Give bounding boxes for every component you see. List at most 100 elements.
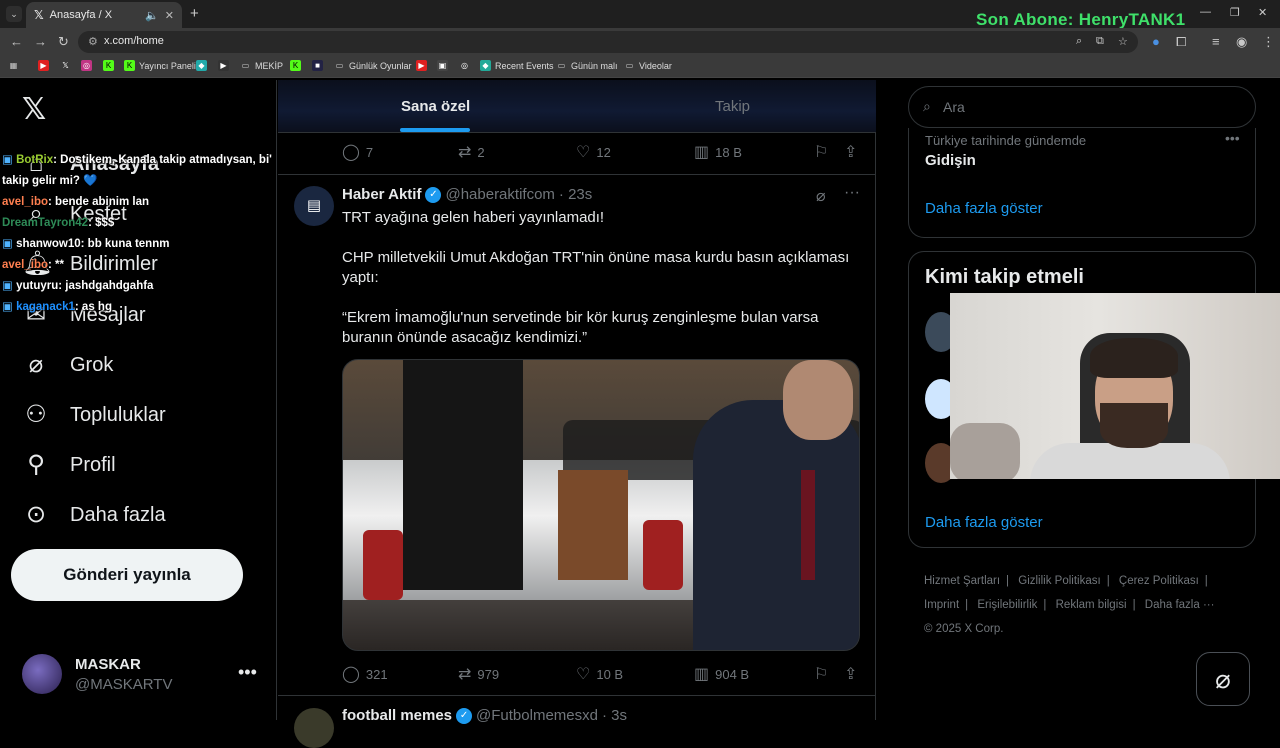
grok-icon: ⌀ (28, 351, 44, 378)
browser-tab[interactable]: 𝕏 Anasayfa / X 🔈 ✕ (26, 2, 182, 28)
repost-icon: ⇄ (458, 666, 472, 683)
heart-icon: ♡ (576, 666, 591, 683)
reply-button[interactable]: ◯ 321 (342, 664, 388, 684)
x-favicon-icon: 𝕏 (34, 8, 44, 22)
kick-bookmark-2[interactable]: K (290, 60, 301, 71)
repost-button[interactable]: ⇄ 979 (458, 664, 499, 684)
show-more-link[interactable]: Daha fazla göster (925, 514, 1043, 531)
footer-links: Hizmet Şartları | Gizlilik Politikası | Çe… (924, 575, 1215, 635)
bookmark-icon-a[interactable]: ◆ (196, 60, 207, 71)
bookmark-button[interactable]: ⚐ (814, 664, 828, 684)
more-dots-icon[interactable]: ••• (238, 662, 257, 683)
trends-box: Türkiye tarihinde gündemde Gidişin ••• D… (908, 128, 1256, 238)
tweet-text: TRT ayağına gelen haberi yayınlamadı! CH… (342, 209, 850, 346)
tab-following[interactable]: Takip (715, 98, 750, 115)
tab-close-icon[interactable]: ✕ (165, 9, 174, 22)
close-window-icon[interactable]: ✕ (1258, 6, 1267, 19)
bookmark-videolar[interactable]: ▭ Videolar (624, 60, 672, 71)
grok-fab-button[interactable]: ⌀ (1196, 652, 1250, 706)
extension-icon[interactable]: ● (1152, 34, 1160, 49)
x-bookmark[interactable]: 𝕏 (60, 60, 71, 71)
views-icon: ▥ (694, 144, 710, 161)
nav-communities[interactable]: ⚇ Topluluklar (22, 401, 165, 429)
reply-button[interactable]: ◯ 7 (342, 142, 373, 162)
bookmark-icon-d[interactable]: ▣ (437, 60, 448, 71)
like-button[interactable]: ♡ 12 (576, 142, 611, 162)
nav-profile[interactable]: ⚲ Profil (22, 451, 115, 479)
tab-for-you[interactable]: Sana özel (401, 98, 470, 115)
grok-explain-icon[interactable]: ⌀ (816, 186, 826, 206)
bookmark-recent-events[interactable]: ◆ Recent Events (480, 60, 554, 71)
tab-search-icon[interactable]: ⌄ (6, 6, 22, 22)
bookmark-star-icon[interactable]: ☆ (1118, 35, 1128, 48)
bookmark-icon: ⚐ (814, 144, 829, 161)
back-icon[interactable]: ← (10, 34, 23, 49)
bookmark-icon-b[interactable]: ▶ (218, 60, 229, 71)
trend-item[interactable]: Gidişin (925, 152, 976, 169)
tab-audio-icon[interactable]: 🔈 (145, 9, 159, 22)
bookmark-gunun-mali[interactable]: ▭ Günün malı (556, 60, 618, 71)
views-button[interactable]: ▥ 18 B (694, 142, 742, 162)
account-name: MASKAR (75, 656, 141, 673)
media-icon[interactable]: ≡ (1212, 34, 1220, 49)
install-icon[interactable]: ⧉ (1096, 35, 1104, 48)
kick-bookmark[interactable]: K (103, 60, 114, 71)
bookmark-mekip[interactable]: ▭ MEKİP (240, 60, 283, 71)
restore-icon[interactable]: ❐ (1230, 6, 1240, 19)
like-button[interactable]: ♡ 10 B (576, 664, 623, 684)
address-bar[interactable]: ⚙ x.com/home ⌕ ⧉ ☆ (78, 31, 1138, 53)
instagram-bookmark[interactable]: ◎ (81, 60, 92, 71)
bookmark-button[interactable]: ⚐ (814, 142, 828, 162)
tweet-more-icon[interactable]: ··· (844, 184, 860, 202)
minimize-icon[interactable]: — (1200, 6, 1211, 18)
x-logo-icon[interactable]: 𝕏 (22, 92, 46, 127)
nav-more[interactable]: ⊙ Daha fazla (22, 501, 166, 529)
share-button[interactable]: ⇪ (844, 142, 857, 162)
chat-message: DreamTayron42: $$$ (2, 217, 115, 229)
youtube-bookmark[interactable]: ▶ (38, 60, 49, 71)
account-switcher[interactable]: MASKAR @MASKARTV ••• (22, 654, 262, 698)
bookmark-yayinci-paneli[interactable]: K Yayıncı Paneli (124, 60, 196, 71)
trend-more-icon[interactable]: ••• (1225, 130, 1240, 146)
youtube-bookmark-2[interactable]: ▶ (416, 60, 427, 71)
forward-icon[interactable]: → (34, 34, 47, 49)
next-tweet-avatar[interactable] (294, 708, 334, 748)
menu-icon[interactable]: ⋮ (1262, 34, 1275, 50)
url-text[interactable]: x.com/home (104, 35, 164, 47)
extensions-puzzle-icon[interactable]: ⧠ (1176, 34, 1186, 50)
reply-icon: ◯ (342, 144, 360, 161)
site-info-icon[interactable]: ⚙ (88, 35, 98, 48)
bookmarks-bar: ▦ ▶ 𝕏 ◎ K K Yayıncı Paneli ◆ ▶ ▭ MEKİP K ■… (0, 56, 1280, 78)
tweet-video[interactable] (342, 359, 860, 651)
views-button[interactable]: ▥ 904 B (694, 664, 749, 684)
apps-icon[interactable]: ▦ (8, 60, 19, 71)
bookmark-gunluk-oyunlar[interactable]: ▭ Günlük Oyunlar (334, 60, 412, 71)
search-box[interactable]: ⌕ Ara (908, 86, 1256, 128)
share-button[interactable]: ⇪ (844, 664, 857, 684)
reload-icon[interactable]: ↻ (58, 34, 69, 50)
heart-icon: ♡ (576, 144, 591, 161)
bookmark-icon-c[interactable]: ■ (312, 60, 323, 71)
tab-title: Anasayfa / X (49, 9, 113, 21)
post-button[interactable]: Gönderi yayınla (11, 549, 243, 601)
tweet-actions: ◯ 321 ⇄ 979 ♡ 10 B ▥ 904 B ⚐ ⇪ (278, 657, 876, 687)
nav-grok[interactable]: ⌀ Grok (22, 351, 114, 379)
views-icon: ▥ (694, 666, 710, 683)
zoom-icon[interactable]: ⌕ (1076, 35, 1082, 48)
tweet-time[interactable]: · 23s (559, 186, 592, 203)
chat-message: avel_ibo: bende abinim lan (2, 196, 149, 208)
new-tab-button[interactable]: + (190, 5, 199, 22)
bookmark-icon-e[interactable]: ◎ (459, 60, 470, 71)
show-more-link[interactable]: Daha fazla göster (925, 200, 1043, 217)
next-tweet-header[interactable]: football memes ✓ @Futbolmemesxd · 3s (342, 707, 627, 724)
tweet-avatar[interactable]: ▤ (294, 186, 334, 226)
repost-button[interactable]: ⇄ 2 (458, 142, 485, 162)
profile-icon[interactable]: ◉ (1236, 34, 1247, 50)
timeline-tabs: Sana özel Takip (278, 80, 876, 133)
tab-active-indicator (400, 128, 470, 132)
tweet-author-name[interactable]: Haber Aktif (342, 186, 421, 203)
account-handle: @MASKARTV (75, 676, 173, 693)
tweet-author-handle[interactable]: @haberaktifcom (445, 186, 554, 203)
chat-message: ▣ shanwow10: bb kuna tennm (2, 238, 170, 250)
share-icon: ⇪ (844, 144, 858, 161)
